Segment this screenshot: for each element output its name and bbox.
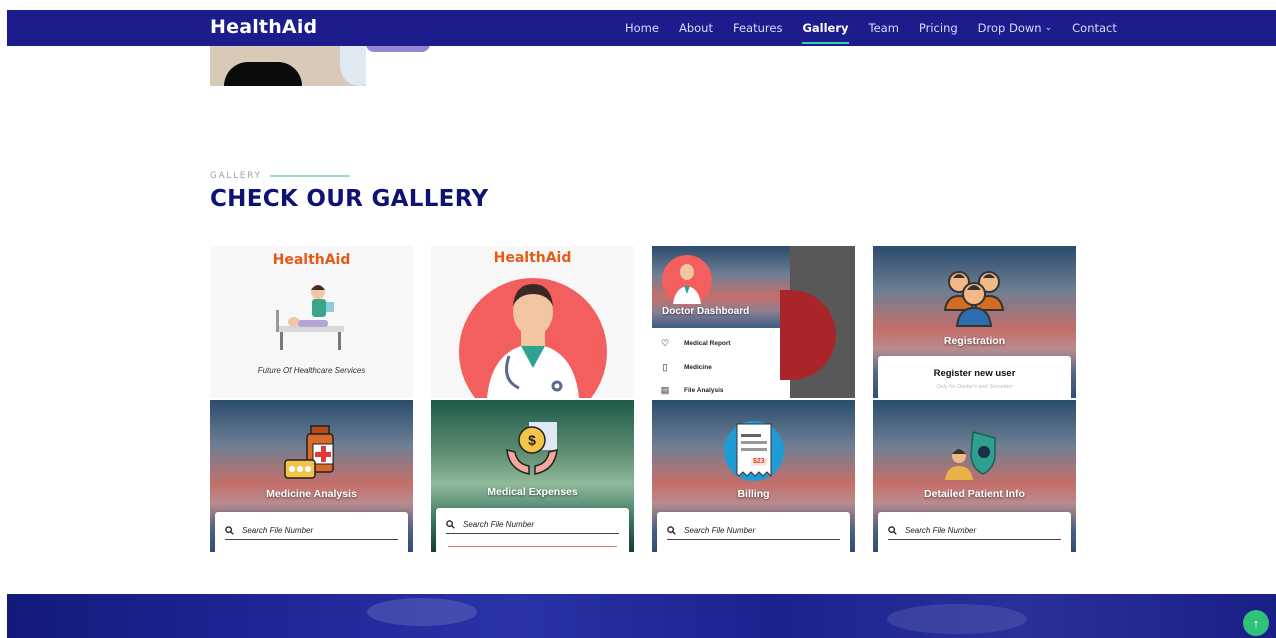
- tile-logo: HealthAid: [272, 252, 351, 268]
- file-icon: ▤: [660, 385, 670, 395]
- section-label-divider: [269, 175, 350, 177]
- nav-links: Home About Features Gallery Team Pricing…: [625, 10, 1117, 46]
- tile-title: Medicine Analysis: [266, 488, 357, 500]
- search-underline: [448, 546, 617, 547]
- users-group-icon: [943, 271, 1005, 327]
- search-card: Search File Number: [657, 512, 850, 552]
- gallery-tile-patient-info[interactable]: Detailed Patient Info Search File Number: [873, 400, 1076, 552]
- register-card-title: Register new user: [933, 368, 1016, 379]
- top-navbar: HealthAid Home About Features Gallery Te…: [7, 10, 1276, 46]
- dashboard-header: Doctor Dashboard: [652, 246, 790, 328]
- footer-banner-image: [887, 604, 1027, 634]
- hero-image-shape: [224, 62, 302, 86]
- search-input[interactable]: Search File Number: [225, 522, 398, 540]
- search-icon: [225, 526, 234, 535]
- dashboard-item-label: Medical Report: [684, 339, 731, 347]
- bill-amount: $23: [753, 458, 765, 465]
- patient-bed-illustration: [276, 285, 344, 350]
- gallery-tile-medical-expenses[interactable]: $ Medical Expenses Search File Number: [431, 400, 634, 552]
- page: HealthAid Home About Features Gallery Te…: [0, 0, 1276, 638]
- search-icon: [888, 526, 897, 535]
- dashboard-item-medicine[interactable]: ▯ Medicine: [660, 362, 712, 372]
- back-to-top-button[interactable]: ↑: [1243, 610, 1269, 636]
- section-label: GALLERY: [210, 171, 350, 181]
- nav-link-team[interactable]: Team: [869, 21, 899, 35]
- nav-link-gallery[interactable]: Gallery: [802, 21, 849, 44]
- tile-logo: HealthAid: [493, 250, 572, 266]
- dashboard-panel: Doctor Dashboard ♡ Medical Report ▯ Medi…: [652, 246, 790, 398]
- tile-caption: Future Of Healthcare Services: [257, 366, 366, 375]
- dashboard-item-medical-report[interactable]: ♡ Medical Report: [660, 338, 731, 348]
- dashboard-overlay-shape: [780, 290, 836, 380]
- arrow-up-icon: ↑: [1252, 615, 1260, 631]
- search-card: Search File Number: [436, 508, 629, 552]
- dashboard-item-file-analysis[interactable]: ▤ File Analysis: [660, 385, 724, 395]
- tile-title: Billing: [737, 488, 770, 500]
- doctor-avatar-icon: [662, 255, 712, 305]
- nav-link-contact[interactable]: Contact: [1072, 21, 1117, 35]
- tile-title: Registration: [943, 335, 1006, 347]
- search-placeholder: Search File Number: [905, 526, 977, 535]
- search-input[interactable]: Search File Number: [888, 522, 1061, 540]
- doctor-avatar-illustration: [459, 278, 607, 398]
- brand-logo[interactable]: HealthAid: [210, 16, 317, 38]
- gallery-tile-registration[interactable]: Registration Register new user Only for …: [873, 246, 1076, 398]
- gallery-tile-medicine-analysis[interactable]: Medicine Analysis Search File Number: [210, 400, 413, 552]
- chevron-down-icon: ⌄: [1044, 23, 1053, 33]
- gallery-tile-doctor-dashboard[interactable]: Doctor Dashboard ♡ Medical Report ▯ Medi…: [652, 246, 855, 398]
- nav-link-about[interactable]: About: [679, 21, 713, 35]
- nav-link-home[interactable]: Home: [625, 21, 659, 35]
- section-title: CHECK OUR GALLERY: [210, 186, 489, 212]
- money-hands-icon: $: [506, 422, 558, 475]
- search-icon: [446, 520, 455, 529]
- register-card: Register new user Only for Doctor's and …: [878, 356, 1071, 398]
- medicine-bottle-icon: ▯: [662, 362, 668, 372]
- register-card-subtitle: Only for Doctor's and Secretary: [936, 384, 1013, 390]
- search-input[interactable]: Search File Number: [446, 516, 619, 534]
- search-input[interactable]: Search File Number: [667, 522, 840, 540]
- hero-image-coat: [340, 46, 366, 86]
- search-icon: [667, 526, 676, 535]
- dashboard-overlay: [780, 246, 855, 398]
- bill-icon: [724, 421, 784, 481]
- tile-title: Detailed Patient Info: [924, 488, 1025, 500]
- search-card: Search File Number: [878, 512, 1071, 552]
- hero-image: [210, 46, 366, 86]
- patient-shield-icon: [945, 431, 996, 480]
- nav-dropdown-label: Drop Down: [977, 21, 1042, 35]
- gallery-tile-billing[interactable]: $23 Billing Search File Number: [652, 400, 855, 552]
- footer-banner: [7, 594, 1276, 638]
- footer-banner-image: [367, 598, 477, 626]
- nav-link-features[interactable]: Features: [733, 21, 782, 35]
- section-label-text: GALLERY: [210, 171, 262, 181]
- dashboard-item-label: File Analysis: [684, 386, 724, 394]
- svg-text:$: $: [528, 432, 536, 448]
- nav-link-dropdown[interactable]: Drop Down ⌄: [978, 21, 1052, 35]
- heart-pulse-icon: ♡: [660, 338, 670, 348]
- gallery-tile-splash[interactable]: HealthAid Future Of Healthcare Services: [210, 246, 413, 398]
- search-card: Search File Number: [215, 512, 408, 552]
- dashboard-item-label: Medicine: [684, 363, 712, 371]
- search-placeholder: Search File Number: [242, 526, 314, 535]
- search-placeholder: Search File Number: [463, 520, 535, 529]
- medicine-icon: [284, 425, 334, 479]
- gallery-tile-doctor[interactable]: HealthAid: [431, 246, 634, 398]
- tile-title: Medical Expenses: [487, 486, 578, 498]
- nav-link-pricing[interactable]: Pricing: [919, 21, 958, 35]
- search-placeholder: Search File Number: [684, 526, 756, 535]
